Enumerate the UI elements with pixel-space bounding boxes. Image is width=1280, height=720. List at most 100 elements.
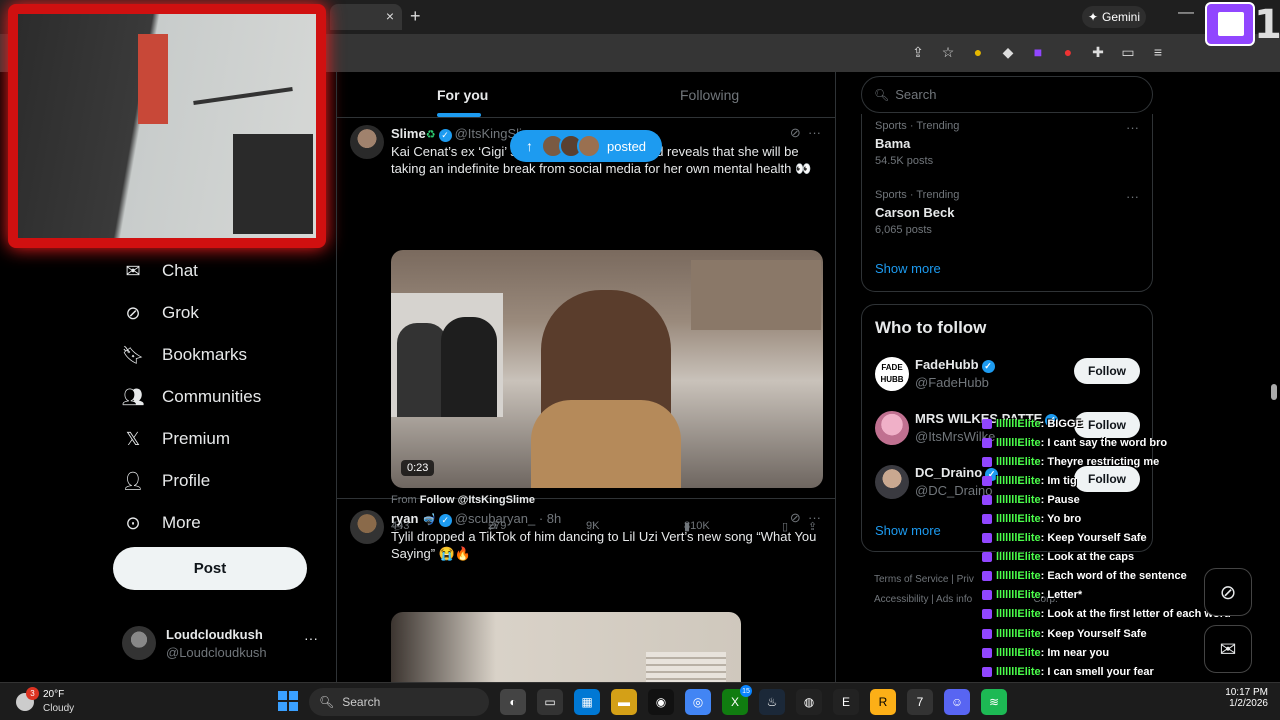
more-icon[interactable]: ··· xyxy=(1126,189,1139,204)
new-posts-pill[interactable]: ↑ posted xyxy=(510,130,662,162)
chat-username[interactable]: lllllllElite xyxy=(996,475,1041,487)
tweet-video[interactable]: 0:23 xyxy=(391,250,823,488)
taskbar-search[interactable]: 🔍︎ Search xyxy=(309,688,489,716)
file-explorer-icon[interactable]: ▬ xyxy=(611,689,637,715)
nav-item-premium[interactable]: 𝕏 Premium xyxy=(120,418,330,460)
extension-red-icon[interactable]: ● xyxy=(1060,44,1076,61)
account-menu-icon[interactable]: ··· xyxy=(304,630,318,646)
trend-item[interactable]: Sports · Trending Bama 54.5K posts ··· xyxy=(875,120,1139,167)
chat-username[interactable]: lllllllElite xyxy=(996,437,1041,449)
weather-widget[interactable]: 3 20°F Cloudy xyxy=(16,687,96,717)
nav-item-communities[interactable]: 👥︎ Communities xyxy=(120,376,330,418)
chat-username[interactable]: lllllllElite xyxy=(996,666,1041,678)
extension-color-icon[interactable]: ● xyxy=(970,44,986,61)
verified-icon: ✓ xyxy=(438,129,452,142)
avatar[interactable]: FADE HUBB xyxy=(875,357,909,391)
avatar[interactable] xyxy=(875,411,909,445)
tab-for-you[interactable]: For you xyxy=(437,87,488,117)
chat-username[interactable]: lllllllElite xyxy=(996,494,1041,506)
nav-item-chat[interactable]: ✉ Chat xyxy=(120,250,330,292)
clock-time: 10:17 PM xyxy=(1225,687,1268,698)
app-icon[interactable]: ◉ xyxy=(648,689,674,715)
who-to-follow-title: Who to follow xyxy=(875,318,987,337)
tweet-author-name[interactable]: Slime xyxy=(391,126,426,141)
grok-analyze-icon[interactable]: ⊘ ··· xyxy=(790,125,821,141)
left-nav: ✉ Chat ⊘ Grok 🔖︎ Bookmarks 👥︎ Communities 𝕏 P… xyxy=(120,250,330,544)
account-handle: @Loudcloudkush xyxy=(166,645,267,660)
star-icon[interactable]: ☆ xyxy=(940,44,956,61)
epic-games-icon[interactable]: E xyxy=(833,689,859,715)
nav-item-bookmarks[interactable]: 🔖︎ Bookmarks xyxy=(120,334,330,376)
trend-count: 6,065 posts xyxy=(875,224,932,236)
chat-username[interactable]: lllllllElite xyxy=(996,589,1041,601)
grok-fab[interactable]: ⊘ xyxy=(1204,568,1252,616)
steam-icon[interactable]: ♨ xyxy=(759,689,785,715)
rockstar-icon[interactable]: R xyxy=(870,689,896,715)
tweet[interactable]: Slime♻ ✓ @ItsKingSli ⊘ ··· Kai Cenat’s ex … xyxy=(337,119,835,533)
more-icon[interactable]: ··· xyxy=(1126,120,1139,135)
nav-item-grok[interactable]: ⊘ Grok xyxy=(120,292,330,334)
chat-text: : Keep Yourself Safe xyxy=(1040,627,1147,640)
grok-analyze-icon[interactable]: ⊘ ··· xyxy=(790,510,821,526)
scrollbar-thumb[interactable] xyxy=(1271,384,1277,400)
overlay-number: 1 xyxy=(1254,2,1280,48)
nav-label: More xyxy=(162,513,201,532)
tweet-author-name[interactable]: ryan xyxy=(391,511,418,526)
copilot-icon[interactable]: ◐ xyxy=(500,689,526,715)
install-icon[interactable]: ⇪ xyxy=(910,44,926,61)
start-button[interactable] xyxy=(278,691,298,711)
trend-item[interactable]: Sports · Trending Carson Beck 6,065 post… xyxy=(875,189,1139,236)
chat-username[interactable]: lllllllElite xyxy=(996,532,1041,544)
store-icon[interactable]: ▦ xyxy=(574,689,600,715)
xbox-icon[interactable]: X 15 xyxy=(722,685,752,715)
extension-diamond-icon[interactable]: ◆ xyxy=(1000,44,1016,61)
nav-item-more[interactable]: ⊙ More xyxy=(120,502,330,544)
messages-fab[interactable]: ✉ xyxy=(1204,625,1252,673)
account-switcher[interactable]: Loudcloudkush @Loudcloudkush ··· xyxy=(122,624,332,664)
search-input[interactable]: 🔍︎ Search xyxy=(861,76,1153,113)
chat-username[interactable]: lllllllElite xyxy=(996,628,1041,640)
chat-username[interactable]: lllllllElite xyxy=(996,570,1041,582)
sidepanel-icon[interactable]: ▭ xyxy=(1120,44,1136,61)
tweet-video[interactable] xyxy=(391,612,741,682)
new-tab-button[interactable]: + xyxy=(410,6,421,27)
twitch-extension-icon[interactable]: ■ xyxy=(1030,44,1046,61)
who-to-follow-show-more[interactable]: Show more xyxy=(875,523,941,538)
minimize-button[interactable]: — xyxy=(1178,4,1194,22)
chat-username[interactable]: lllllllElite xyxy=(996,551,1041,563)
trends-show-more[interactable]: Show more xyxy=(875,261,941,276)
chrome-icon[interactable]: ◎ xyxy=(685,689,711,715)
tweet[interactable]: ryan 🤿 ✓ @scubaryan_ · 8h ⊘ ··· Tylil drop… xyxy=(337,500,835,682)
suggestion-handle: @FadeHubb xyxy=(915,375,989,390)
follow-suggestion[interactable]: FADE HUBB FadeHubb ✓ @FadeHubb Follow xyxy=(875,357,1145,397)
nav-item-profile[interactable]: 👤︎ Profile xyxy=(120,460,330,502)
puzzle-icon[interactable]: ✚ xyxy=(1090,44,1106,61)
xbox-badge: 15 xyxy=(740,685,752,697)
chat-username[interactable]: lllllllElite xyxy=(996,647,1041,659)
tab-following[interactable]: Following xyxy=(680,87,739,103)
chat-badge-icon xyxy=(982,628,992,639)
spotify-icon[interactable]: ≋ xyxy=(981,689,1007,715)
chat-username[interactable]: lllllllElite xyxy=(996,456,1041,468)
discord-icon[interactable]: ☺ xyxy=(944,689,970,715)
follow-button[interactable]: Follow xyxy=(1074,358,1140,384)
gemini-button[interactable]: ✦ Gemini xyxy=(1082,6,1146,28)
avatar[interactable] xyxy=(350,510,384,544)
avatar[interactable] xyxy=(350,125,384,159)
post-button[interactable]: Post xyxy=(113,547,307,590)
system-tray-clock[interactable]: 10:17 PM 1/2/2026 xyxy=(1180,687,1268,709)
7zip-icon[interactable]: 7 xyxy=(907,689,933,715)
chat-username[interactable]: lllllllElite xyxy=(996,608,1041,620)
tweet-time[interactable]: · 8h xyxy=(539,511,561,526)
avatar[interactable] xyxy=(875,465,909,499)
verified-icon: ✓ xyxy=(438,514,452,527)
tweet-author-handle[interactable]: @scubaryan_ xyxy=(455,511,535,526)
reading-list-icon[interactable]: ≡ xyxy=(1150,44,1166,61)
chat-username[interactable]: lllllllElite xyxy=(996,513,1041,525)
search-icon: 🔍︎ xyxy=(874,87,890,102)
task-view-icon[interactable]: ▭ xyxy=(537,689,563,715)
chat-username[interactable]: lllllllElite xyxy=(996,418,1041,430)
obs-icon[interactable]: ◍ xyxy=(796,689,822,715)
browser-tab[interactable]: × xyxy=(330,4,402,30)
tab-close-icon[interactable]: × xyxy=(386,8,394,24)
